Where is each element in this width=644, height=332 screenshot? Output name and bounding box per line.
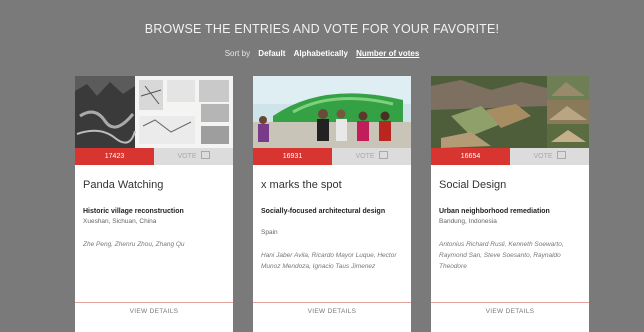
- entry-title[interactable]: Social Design: [439, 179, 506, 191]
- vote-count: 16931: [253, 148, 332, 165]
- sort-bar: Sort by Default Alphabetically Number of…: [0, 49, 644, 58]
- entry-location: Spain: [261, 229, 278, 236]
- entry-location: Xueshan, Sichuan, China: [83, 218, 157, 225]
- vote-label: VOTE: [533, 153, 553, 160]
- vote-label: VOTE: [355, 153, 375, 160]
- entry-thumbnail[interactable]: [253, 76, 411, 148]
- view-details-link[interactable]: VIEW DETAILS: [431, 308, 589, 315]
- vote-button[interactable]: VOTE: [332, 148, 411, 165]
- entry-authors: Antonius Richard Rusli, Kenneth Soewarto…: [439, 241, 564, 270]
- divider: [253, 302, 411, 303]
- entry-subtitle: Socially-focused architectural design: [261, 208, 386, 215]
- vote-button[interactable]: VOTE: [154, 148, 233, 165]
- entry-thumbnail[interactable]: [431, 76, 589, 148]
- checkbox-icon: [556, 151, 566, 160]
- page-title: BROWSE THE ENTRIES AND VOTE FOR YOUR FAV…: [144, 22, 500, 36]
- view-details-link[interactable]: VIEW DETAILS: [253, 308, 411, 315]
- view-details-link[interactable]: VIEW DETAILS: [75, 308, 233, 315]
- entry-title[interactable]: Panda Watching: [83, 179, 163, 191]
- entry-subtitle: Urban neighborhood remediation: [439, 208, 550, 215]
- entry-authors: Hani Jaber Avila, Ricardo Mayor Luque, H…: [261, 252, 397, 270]
- entry-card: 17423 VOTE Panda Watching Historic villa…: [75, 76, 233, 332]
- entry-location: Bandung, Indonesia: [439, 218, 497, 225]
- divider: [75, 302, 233, 303]
- entry-subtitle: Historic village reconstruction: [83, 208, 184, 215]
- sort-label: Sort by: [224, 49, 251, 58]
- entry-title[interactable]: x marks the spot: [261, 179, 342, 191]
- checkbox-icon: [200, 151, 210, 160]
- vote-button[interactable]: VOTE: [510, 148, 589, 165]
- vote-count: 16654: [431, 148, 510, 165]
- entry-card: 16931 VOTE x marks the spot Socially-foc…: [253, 76, 411, 332]
- sort-option-number-of-votes[interactable]: Number of votes: [356, 49, 419, 58]
- entry-card: 16654 VOTE Social Design Urban neighborh…: [431, 76, 589, 332]
- checkbox-icon: [378, 151, 388, 160]
- sort-option-alphabetically[interactable]: Alphabetically: [294, 49, 348, 58]
- entry-thumbnail[interactable]: [75, 76, 233, 148]
- divider: [431, 302, 589, 303]
- sort-option-default[interactable]: Default: [258, 49, 285, 58]
- vote-count: 17423: [75, 148, 154, 165]
- entry-authors: Zhe Peng, Zhenru Zhou, Zhang Qu: [83, 241, 185, 248]
- vote-label: VOTE: [177, 153, 197, 160]
